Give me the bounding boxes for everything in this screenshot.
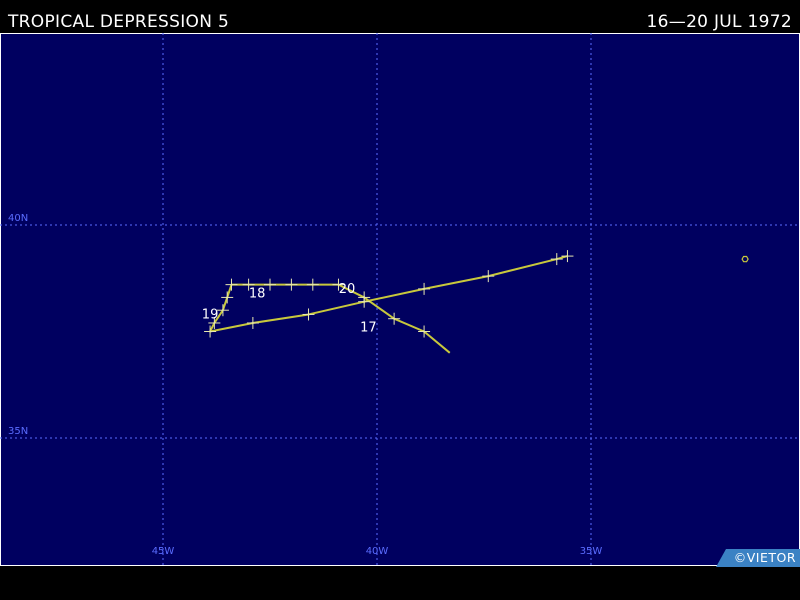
longitude-label: 45W — [152, 546, 175, 557]
longitude-label: 35W — [580, 546, 603, 557]
day-label: 20 — [339, 282, 356, 297]
track-map: 45W 40W 35W 40N 35N 17 18 19 20 — [0, 33, 800, 566]
map-canvas: 45W 40W 35W 40N 35N 17 18 19 20 — [0, 33, 800, 566]
day-label: 19 — [202, 308, 219, 323]
ocean-background — [0, 33, 800, 566]
date-range: 16—20 JUL 1972 — [646, 12, 792, 32]
day-label: 18 — [249, 286, 266, 301]
day-label: 17 — [360, 321, 377, 336]
latitude-label: 35N — [8, 426, 28, 437]
storm-title: TROPICAL DEPRESSION 5 — [8, 12, 230, 32]
longitude-label: 40W — [366, 546, 389, 557]
latitude-label: 40N — [8, 213, 28, 224]
credit-text: ©VIETOR — [733, 550, 796, 565]
